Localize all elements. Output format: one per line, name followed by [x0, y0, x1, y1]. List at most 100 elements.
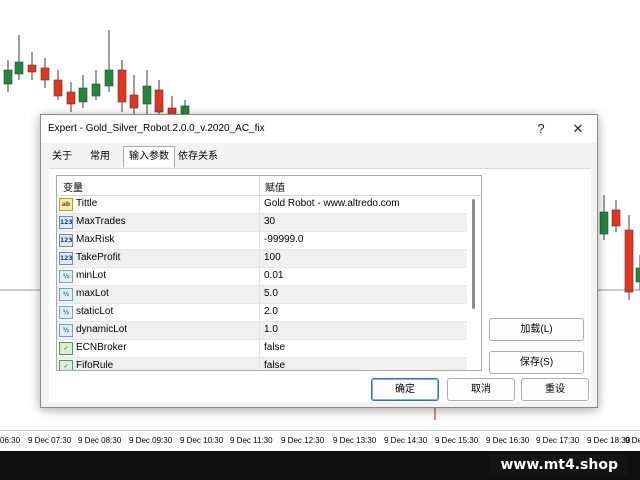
time-axis-label: 06:30 — [0, 436, 21, 445]
time-axis-label: 9 Dec 10:30 — [180, 436, 224, 445]
param-name: FifoRule — [76, 360, 114, 371]
table-row[interactable]: ½ minLot 0.01 — [57, 268, 467, 286]
candle-body — [14, 61, 24, 75]
column-divider — [259, 340, 260, 357]
time-axis-label: 9 Dec 11:30 — [230, 436, 273, 445]
param-type-icon: ½ — [59, 288, 73, 301]
table-row[interactable]: ✓ FifoRule false — [57, 358, 467, 371]
param-name: MaxTrades — [76, 216, 126, 227]
tab-common[interactable]: 常用 — [85, 148, 115, 165]
param-value[interactable]: false — [264, 342, 285, 353]
vertical-scrollbar[interactable] — [467, 196, 481, 370]
param-name: Tittle — [76, 198, 98, 209]
param-value[interactable]: 0.01 — [264, 270, 283, 281]
param-name: TakeProfit — [76, 252, 121, 263]
parameters-table: 变量 赋值 ab Tittle Gold Robot - www.altredo.c… — [56, 175, 482, 371]
column-header-value[interactable]: 赋值 — [265, 179, 285, 194]
time-axis-label: 9 Dec — [625, 436, 640, 445]
time-axis-label: 9 Dec 18:30 — [587, 436, 631, 445]
help-button[interactable]: ? — [529, 119, 553, 139]
candle-body — [78, 87, 88, 103]
table-body: ab Tittle Gold Robot - www.altredo.com 123 M… — [57, 196, 467, 371]
time-axis-label: 9 Dec 13:30 — [333, 436, 377, 445]
column-divider — [259, 250, 260, 267]
time-axis-label: 9 Dec 07:30 — [28, 436, 72, 445]
cancel-button[interactable]: 取消 — [447, 378, 515, 401]
column-divider — [259, 286, 260, 303]
footer-bar: www.mt4.shop — [0, 451, 640, 480]
table-row[interactable]: 123 TakeProfit 100 — [57, 250, 467, 268]
param-value[interactable]: 30 — [264, 216, 275, 227]
candle-body — [142, 85, 152, 105]
column-divider — [259, 214, 260, 231]
param-type-icon: ½ — [59, 270, 73, 283]
candle-body — [129, 94, 139, 109]
time-axis-label: 9 Dec 09:30 — [129, 436, 173, 445]
time-axis: 06:30 9 Dec 07:30 9 Dec 08:30 9 Dec 09:30 9 … — [0, 430, 640, 452]
param-type-icon: ✓ — [59, 360, 73, 370]
param-name: maxLot — [76, 288, 109, 299]
param-value[interactable]: -99999.0 — [264, 234, 303, 245]
table-row[interactable]: 123 MaxRisk -99999.0 — [57, 232, 467, 250]
candle-body — [117, 69, 127, 103]
tab-dependencies[interactable]: 依存关系 — [173, 148, 223, 165]
param-type-icon: ½ — [59, 324, 73, 337]
param-name: minLot — [76, 270, 107, 281]
dialog-title: Expert - Gold_Silver_Robot.2.0.0_v.2020_… — [48, 123, 265, 134]
table-row[interactable]: 123 MaxTrades 30 — [57, 214, 467, 232]
column-divider — [259, 232, 260, 249]
table-row[interactable]: ½ dynamicLot 1.0 — [57, 322, 467, 340]
dialog-titlebar[interactable]: Expert - Gold_Silver_Robot.2.0.0_v.2020_… — [41, 115, 597, 143]
table-row[interactable]: ½ maxLot 5.0 — [57, 286, 467, 304]
param-type-icon: 123 — [59, 216, 73, 229]
param-type-icon: 123 — [59, 234, 73, 247]
candle-body — [3, 69, 13, 85]
candle-body — [27, 64, 37, 73]
candle-body — [40, 67, 50, 81]
time-axis-label: 9 Dec 15:30 — [435, 436, 479, 445]
param-value[interactable]: false — [264, 360, 285, 370]
tab-about[interactable]: 关于 — [47, 148, 77, 165]
column-divider — [259, 304, 260, 321]
ok-button[interactable]: 确定 — [371, 378, 439, 401]
time-axis-label: 9 Dec 14:30 — [384, 436, 428, 445]
param-type-icon: 123 — [59, 252, 73, 265]
param-value[interactable]: 1.0 — [264, 324, 278, 335]
time-axis-label: 9 Dec 16:30 — [486, 436, 530, 445]
reset-button[interactable]: 重设 — [521, 378, 589, 401]
column-divider — [259, 196, 260, 213]
column-divider — [259, 268, 260, 285]
param-value[interactable]: Gold Robot - www.altredo.com — [264, 198, 400, 209]
expert-properties-dialog: Expert - Gold_Silver_Robot.2.0.0_v.2020_… — [40, 114, 598, 408]
time-axis-label: 9 Dec 12:30 — [281, 436, 325, 445]
param-value[interactable]: 5.0 — [264, 288, 278, 299]
load-button[interactable]: 加载(L) — [489, 318, 584, 341]
column-header-variable[interactable]: 变量 — [63, 179, 83, 194]
close-button[interactable]: ✕ — [566, 119, 590, 139]
save-button[interactable]: 保存(S) — [489, 351, 584, 374]
column-divider[interactable] — [259, 176, 260, 195]
watermark: www.mt4.shop — [490, 454, 628, 476]
tab-inputs[interactable]: 输入参数 — [123, 146, 175, 167]
column-divider — [259, 322, 260, 339]
candle-body — [91, 83, 101, 97]
candle-body — [599, 211, 609, 235]
param-name: ECNBroker — [76, 342, 127, 353]
param-type-icon: ✓ — [59, 342, 73, 355]
scrollbar-thumb[interactable] — [472, 199, 475, 309]
candle-body — [154, 89, 164, 113]
candle-body — [635, 267, 640, 283]
candle-body — [611, 209, 621, 227]
candle-body — [53, 79, 63, 97]
param-type-icon: ab — [59, 198, 73, 211]
candle-body — [66, 91, 76, 105]
table-row[interactable]: ab Tittle Gold Robot - www.altredo.com — [57, 196, 467, 214]
param-name: dynamicLot — [76, 324, 128, 335]
candle-body — [104, 69, 114, 87]
param-value[interactable]: 2.0 — [264, 306, 278, 317]
table-row[interactable]: ½ staticLot 2.0 — [57, 304, 467, 322]
param-value[interactable]: 100 — [264, 252, 281, 263]
table-header: 变量 赋值 — [57, 176, 481, 196]
table-row[interactable]: ✓ ECNBroker false — [57, 340, 467, 358]
time-axis-label: 9 Dec 17:30 — [536, 436, 580, 445]
